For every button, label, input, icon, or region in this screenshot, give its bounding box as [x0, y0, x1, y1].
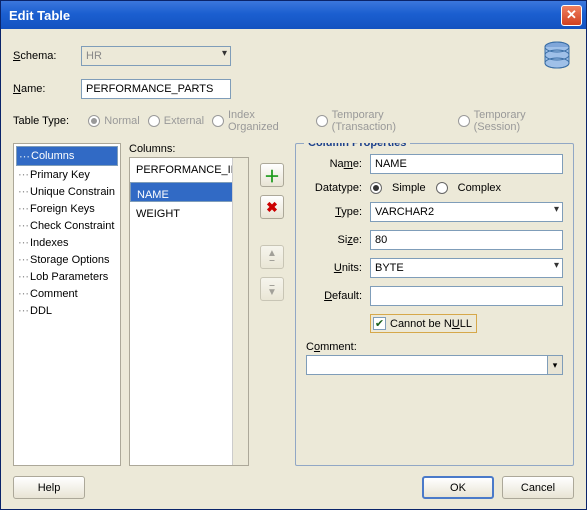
tree-item-unique-constraints[interactable]: ⋯Unique Constrain	[16, 183, 118, 200]
x-icon: ✖	[266, 199, 278, 216]
radio-icon	[212, 115, 224, 127]
list-item[interactable]: WEIGHT	[130, 202, 248, 226]
tabletype-label: Table Type:	[13, 115, 80, 127]
radio-icon	[458, 115, 470, 127]
column-properties-panel: Column Properties Name: Datatype: Simple…	[295, 143, 574, 466]
tabletype-external: External	[148, 115, 204, 127]
default-label: Default:	[306, 290, 370, 302]
tabletype-temp-transaction: Temporary (Transaction)	[316, 109, 450, 133]
remove-column-button[interactable]: ✖	[260, 195, 284, 219]
tree-item-storage-options[interactable]: ⋯Storage Options	[16, 251, 118, 268]
tree-item-comment[interactable]: ⋯Comment	[16, 285, 118, 302]
arrow-up-icon: ▲⎯	[267, 250, 277, 264]
tabletype-normal: Normal	[88, 115, 139, 127]
table-type-row: Table Type: Normal External Index Organi…	[13, 109, 574, 133]
not-null-label: Cannot be NULL	[390, 318, 472, 330]
radio-icon	[88, 115, 100, 127]
columns-list-label: Columns:	[129, 143, 249, 155]
ok-button[interactable]: OK	[422, 476, 494, 499]
comment-label: Comment:	[306, 341, 563, 353]
datatype-simple-radio[interactable]	[370, 182, 382, 194]
titlebar[interactable]: Edit Table ✕	[1, 1, 586, 29]
default-input[interactable]	[370, 286, 563, 306]
database-icon	[540, 39, 574, 73]
type-label: Type:	[306, 206, 370, 218]
tabletype-index-organized: Index Organized	[212, 109, 308, 133]
size-label: Size:	[306, 234, 370, 246]
simple-label: Simple	[392, 182, 426, 194]
tree-item-indexes[interactable]: ⋯Indexes	[16, 234, 118, 251]
comment-input[interactable]	[306, 355, 547, 375]
tree-item-lob-parameters[interactable]: ⋯Lob Parameters	[16, 268, 118, 285]
move-down-button[interactable]: ⎯▼	[260, 277, 284, 301]
not-null-group: ✔ Cannot be NULL	[370, 314, 477, 333]
tabletype-temp-session: Temporary (Session)	[458, 109, 574, 133]
table-name-input[interactable]	[81, 79, 231, 99]
dialog-content: Schema: Name: Table Type: Normal Externa…	[1, 29, 586, 509]
arrow-down-icon: ⎯▼	[267, 282, 277, 296]
radio-icon	[148, 115, 160, 127]
comment-dropdown-button[interactable]: ▾	[547, 355, 563, 375]
tree-item-check-constraints[interactable]: ⋯Check Constraint	[16, 217, 118, 234]
schema-label: Schema:	[13, 50, 81, 62]
col-name-label: Name:	[306, 158, 370, 170]
close-icon[interactable]: ✕	[561, 5, 582, 26]
add-column-button[interactable]: ＋	[260, 163, 284, 187]
tree-item-columns[interactable]: ⋯Columns	[16, 146, 118, 166]
schema-select[interactable]	[81, 46, 231, 66]
not-null-checkbox[interactable]: ✔	[373, 317, 386, 330]
category-tree[interactable]: ⋯Columns ⋯Primary Key ⋯Unique Constrain …	[13, 143, 121, 466]
units-select[interactable]	[370, 258, 563, 278]
column-name-input[interactable]	[370, 154, 563, 174]
list-item[interactable]: NAME	[130, 182, 248, 202]
size-input[interactable]	[370, 230, 563, 250]
radio-icon	[316, 115, 328, 127]
tree-item-foreign-keys[interactable]: ⋯Foreign Keys	[16, 200, 118, 217]
type-select[interactable]	[370, 202, 563, 222]
datatype-complex-radio[interactable]	[436, 182, 448, 194]
help-button[interactable]: Help	[13, 476, 85, 499]
list-item[interactable]: PERFORMANCE_ID	[130, 158, 248, 182]
column-properties-legend: Column Properties	[304, 143, 410, 149]
cancel-button[interactable]: Cancel	[502, 476, 574, 499]
columns-list[interactable]: PERFORMANCE_ID NAME WEIGHT	[129, 157, 249, 466]
units-label: Units:	[306, 262, 370, 274]
plus-icon: ＋	[264, 163, 280, 187]
tree-item-primary-key[interactable]: ⋯Primary Key	[16, 166, 118, 183]
name-label: Name:	[13, 83, 81, 95]
move-up-button[interactable]: ▲⎯	[260, 245, 284, 269]
datatype-label: Datatype:	[306, 182, 370, 194]
tree-item-ddl[interactable]: ⋯DDL	[16, 302, 118, 319]
edit-table-dialog: Edit Table ✕ Schema: Name: Table Type: N…	[0, 0, 587, 510]
window-title: Edit Table	[5, 8, 561, 23]
scrollbar[interactable]	[232, 158, 248, 465]
complex-label: Complex	[458, 182, 501, 194]
